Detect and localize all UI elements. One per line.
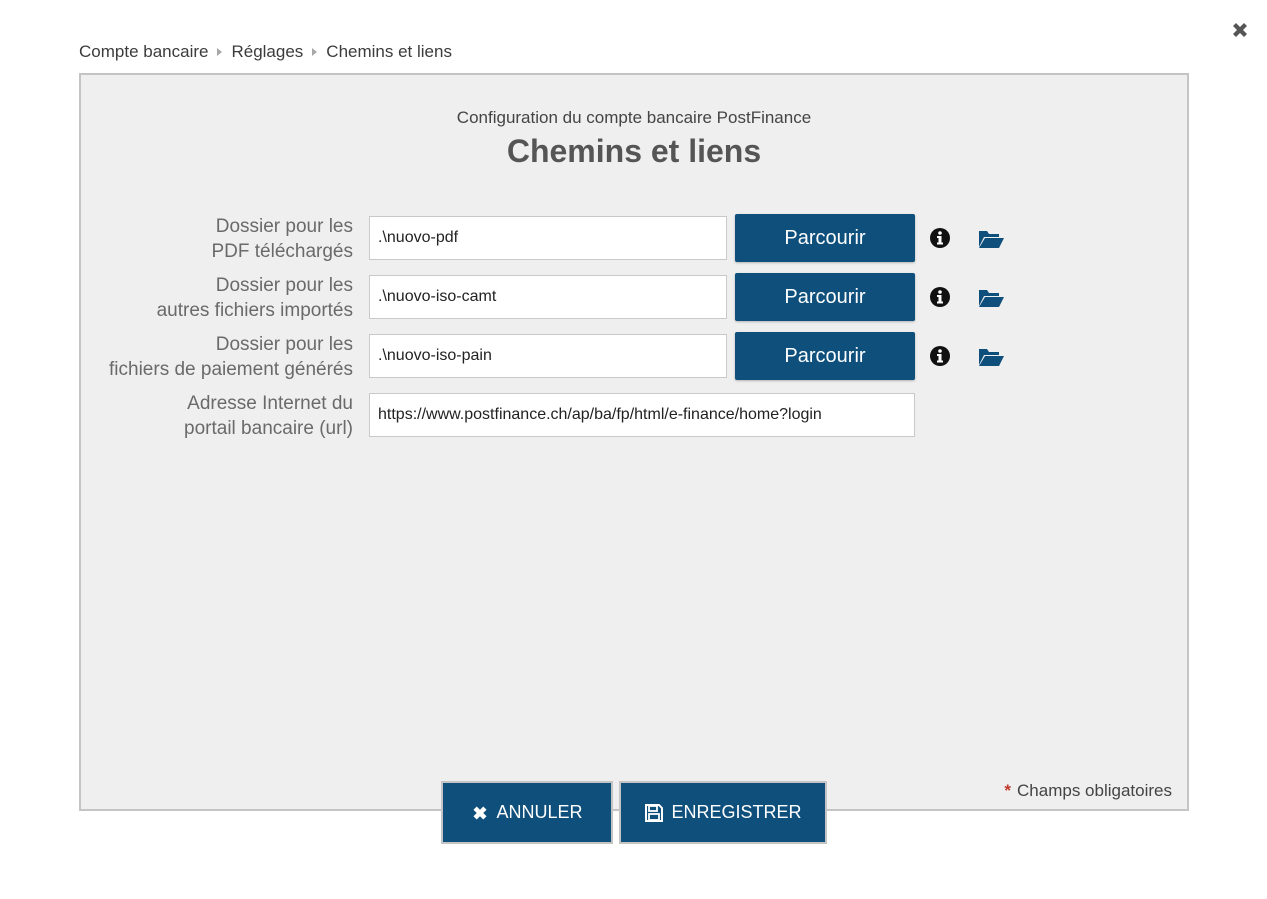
payment-folder-input[interactable] bbox=[369, 334, 727, 378]
field-label-line1: Dossier pour les bbox=[215, 334, 353, 355]
cancel-button-label: ANNULER bbox=[496, 802, 583, 822]
required-note-text: Champs obligatoires bbox=[1017, 781, 1172, 800]
field-label: Adresse Internet du portail bancaire (ur… bbox=[63, 391, 353, 441]
info-icon[interactable] bbox=[929, 345, 951, 367]
breadcrumb-item-reglages[interactable]: Réglages bbox=[231, 42, 303, 62]
close-icon[interactable] bbox=[1229, 19, 1251, 41]
browse-button[interactable]: Parcourir bbox=[735, 273, 915, 321]
floppy-disk-icon bbox=[645, 803, 664, 822]
field-label-line2: PDF téléchargés bbox=[211, 241, 353, 262]
portal-url-input[interactable] bbox=[369, 393, 915, 437]
folder-open-icon[interactable] bbox=[977, 346, 1005, 368]
field-label-line1: Dossier pour les bbox=[215, 275, 353, 296]
page-subtitle: Configuration du compte bancaire PostFin… bbox=[456, 108, 812, 127]
folder-open-icon[interactable] bbox=[977, 287, 1005, 309]
required-star: * bbox=[1004, 781, 1012, 800]
field-row-payment-folder: Dossier pour les fichiers de paiement gé… bbox=[81, 332, 1187, 380]
field-row-portal-url: Adresse Internet du portail bancaire (ur… bbox=[81, 391, 1187, 439]
save-button-label: ENREGISTRER bbox=[671, 802, 802, 822]
cancel-button[interactable]: ANNULER bbox=[441, 781, 613, 844]
breadcrumb: Compte bancaire Réglages Chemins et lien… bbox=[79, 40, 452, 64]
imported-folder-input[interactable] bbox=[369, 275, 727, 319]
field-label-line1: Adresse Internet du bbox=[187, 393, 353, 414]
field-label-line2: autres fichiers importés bbox=[156, 300, 353, 321]
browse-button[interactable]: Parcourir bbox=[735, 332, 915, 380]
page-title: Chemins et liens bbox=[506, 133, 762, 169]
chevron-right-icon bbox=[217, 48, 223, 56]
field-label-line2: portail bancaire (url) bbox=[184, 418, 353, 439]
info-icon[interactable] bbox=[929, 227, 951, 249]
breadcrumb-item-chemins-et-liens: Chemins et liens bbox=[326, 42, 452, 61]
x-icon bbox=[473, 805, 488, 820]
field-row-imported-folder: Dossier pour les autres fichiers importé… bbox=[81, 273, 1187, 321]
save-button[interactable]: ENREGISTRER bbox=[619, 781, 827, 844]
pdf-folder-input[interactable] bbox=[369, 216, 727, 260]
field-label-line2: fichiers de paiement générés bbox=[109, 359, 353, 380]
field-label: Dossier pour les PDF téléchargés bbox=[63, 214, 353, 264]
field-row-pdf-folder: Dossier pour les PDF téléchargés Parcour… bbox=[81, 214, 1187, 262]
info-icon[interactable] bbox=[929, 286, 951, 308]
field-label-line1: Dossier pour les bbox=[215, 216, 353, 237]
chevron-right-icon bbox=[312, 48, 318, 56]
breadcrumb-item-compte-bancaire[interactable]: Compte bancaire bbox=[79, 42, 208, 62]
field-label: Dossier pour les autres fichiers importé… bbox=[63, 273, 353, 323]
settings-panel: Configuration du compte bancaire PostFin… bbox=[79, 73, 1189, 811]
field-label: Dossier pour les fichiers de paiement gé… bbox=[63, 332, 353, 382]
folder-open-icon[interactable] bbox=[977, 228, 1005, 250]
browse-button[interactable]: Parcourir bbox=[735, 214, 915, 262]
required-fields-note: * Champs obligatoires bbox=[1004, 781, 1172, 801]
